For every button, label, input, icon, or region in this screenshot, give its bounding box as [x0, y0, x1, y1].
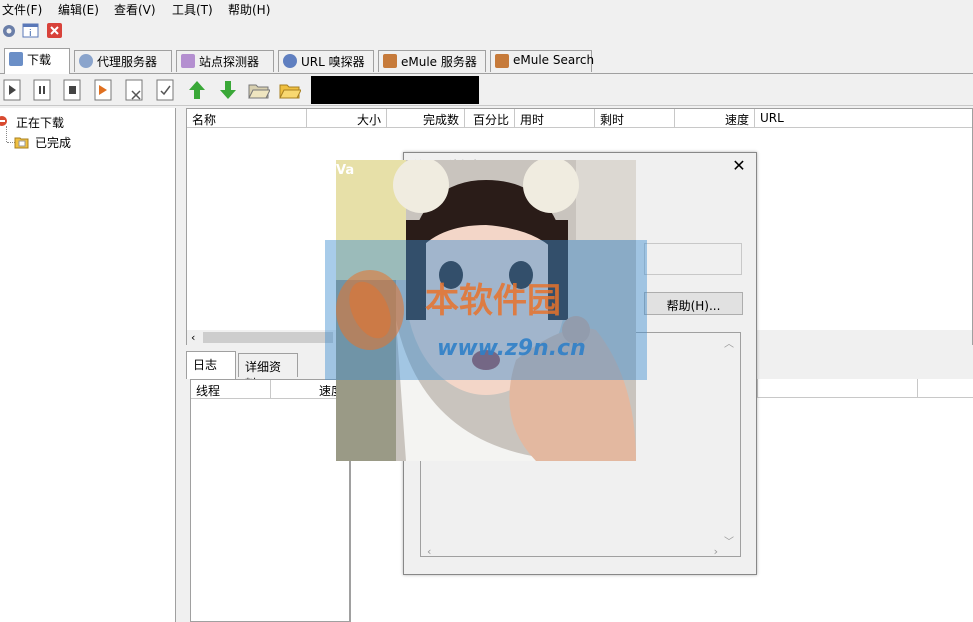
- main-tabs: 下载 代理服务器 站点探测器 URL 嗅探器 eMule 服务器 eMule S…: [0, 48, 973, 74]
- col-name[interactable]: 名称: [187, 109, 307, 128]
- tab-label: eMule Search: [513, 53, 595, 67]
- site-watermark: 本软件园 www.z9n.cn: [325, 240, 647, 380]
- open-folder-icon[interactable]: [248, 79, 271, 101]
- scroll-left-icon[interactable]: ‹: [191, 331, 195, 344]
- watermark-text: 本软件园: [425, 281, 561, 321]
- tab-label: 站点探测器: [199, 55, 260, 69]
- tree-item-label: 已完成: [35, 136, 72, 150]
- tab-label: URL 嗅探器: [301, 55, 365, 69]
- watermark-url: www.z9n.cn: [437, 336, 586, 361]
- col-thread[interactable]: 线程: [191, 380, 271, 399]
- tab-label: 代理服务器: [97, 55, 158, 69]
- close-icon[interactable]: ✕: [728, 155, 750, 177]
- proxy-icon: [79, 54, 93, 68]
- svg-text:i: i: [29, 29, 32, 39]
- redacted-field: [311, 76, 479, 104]
- thread-log-list: 线程 速度: [190, 379, 350, 622]
- tree-item-completed[interactable]: 已完成: [0, 126, 120, 152]
- tab-site-explorer[interactable]: 站点探测器: [176, 50, 274, 72]
- menu-tools[interactable]: 工具(T): [172, 1, 213, 18]
- download-icon: [9, 52, 23, 66]
- move-up-icon[interactable]: [186, 79, 208, 101]
- tab-label: eMule 服务器: [401, 55, 477, 69]
- tab-download[interactable]: 下载: [4, 48, 70, 74]
- tree-item-label: 正在下载: [16, 116, 65, 130]
- quick-icon-bar: i: [0, 19, 973, 46]
- toolbar: [0, 75, 973, 106]
- move-down-icon[interactable]: [217, 79, 239, 101]
- close-red-icon[interactable]: [46, 22, 64, 40]
- photo-corner-text: Va: [336, 163, 354, 178]
- splitter[interactable]: [176, 108, 186, 622]
- scroll-thumb[interactable]: [203, 332, 333, 343]
- menu-help[interactable]: 帮助(H): [228, 1, 270, 18]
- info-window-icon[interactable]: i: [22, 22, 40, 40]
- col-remaining[interactable]: 剩时: [595, 109, 675, 128]
- scroll-down-icon[interactable]: ﹀: [724, 533, 734, 548]
- folder-icon[interactable]: [279, 79, 302, 101]
- emule-icon: [383, 54, 397, 68]
- col-completed[interactable]: 完成数: [387, 109, 465, 128]
- site-explorer-icon: [181, 54, 195, 68]
- completed-folder-icon: [14, 135, 30, 149]
- check-icon[interactable]: [155, 79, 177, 101]
- menu-view[interactable]: 查看(V): [114, 1, 156, 18]
- scroll-up-icon[interactable]: ︿: [724, 335, 734, 350]
- tab-label: 下载: [27, 53, 52, 67]
- tab-proxy[interactable]: 代理服务器: [74, 50, 172, 72]
- col-url[interactable]: URL: [755, 109, 972, 128]
- col-percent[interactable]: 百分比: [465, 109, 515, 128]
- col-elapsed[interactable]: 用时: [515, 109, 595, 128]
- emule-icon: [495, 54, 509, 68]
- stop-icon[interactable]: [62, 79, 84, 101]
- dialog-info-field: [644, 243, 742, 275]
- pause-icon[interactable]: [32, 79, 54, 101]
- menu-file[interactable]: 文件(F): [2, 1, 42, 18]
- tab-details[interactable]: 详细资料: [238, 353, 298, 391]
- start-icon[interactable]: [2, 79, 24, 101]
- menu-edit[interactable]: 编辑(E): [58, 1, 99, 18]
- settings-gear-icon[interactable]: [0, 22, 18, 40]
- menu-bar: 文件(F) 编辑(E) 查看(V) 工具(T) 帮助(H): [0, 0, 973, 18]
- tab-log[interactable]: 日志: [186, 351, 236, 379]
- category-tree: 正在下载 已完成: [0, 108, 176, 622]
- url-sniffer-icon: [283, 54, 297, 68]
- help-button[interactable]: 帮助(H)...: [644, 292, 743, 315]
- detail-header: [917, 379, 973, 398]
- col-speed[interactable]: 速度: [675, 109, 755, 128]
- col-size[interactable]: 大小: [307, 109, 387, 128]
- tree-connector: [6, 126, 7, 142]
- tab-emule-search[interactable]: eMule Search: [490, 50, 595, 72]
- detail-header: [757, 379, 917, 398]
- schedule-icon[interactable]: [93, 79, 115, 101]
- scroll-left-icon[interactable]: ‹: [427, 545, 431, 558]
- delete-icon[interactable]: [124, 79, 146, 101]
- tab-emule-server[interactable]: eMule 服务器: [378, 50, 486, 72]
- scroll-right-icon[interactable]: ›: [714, 545, 718, 558]
- tab-url-sniffer[interactable]: URL 嗅探器: [278, 50, 374, 72]
